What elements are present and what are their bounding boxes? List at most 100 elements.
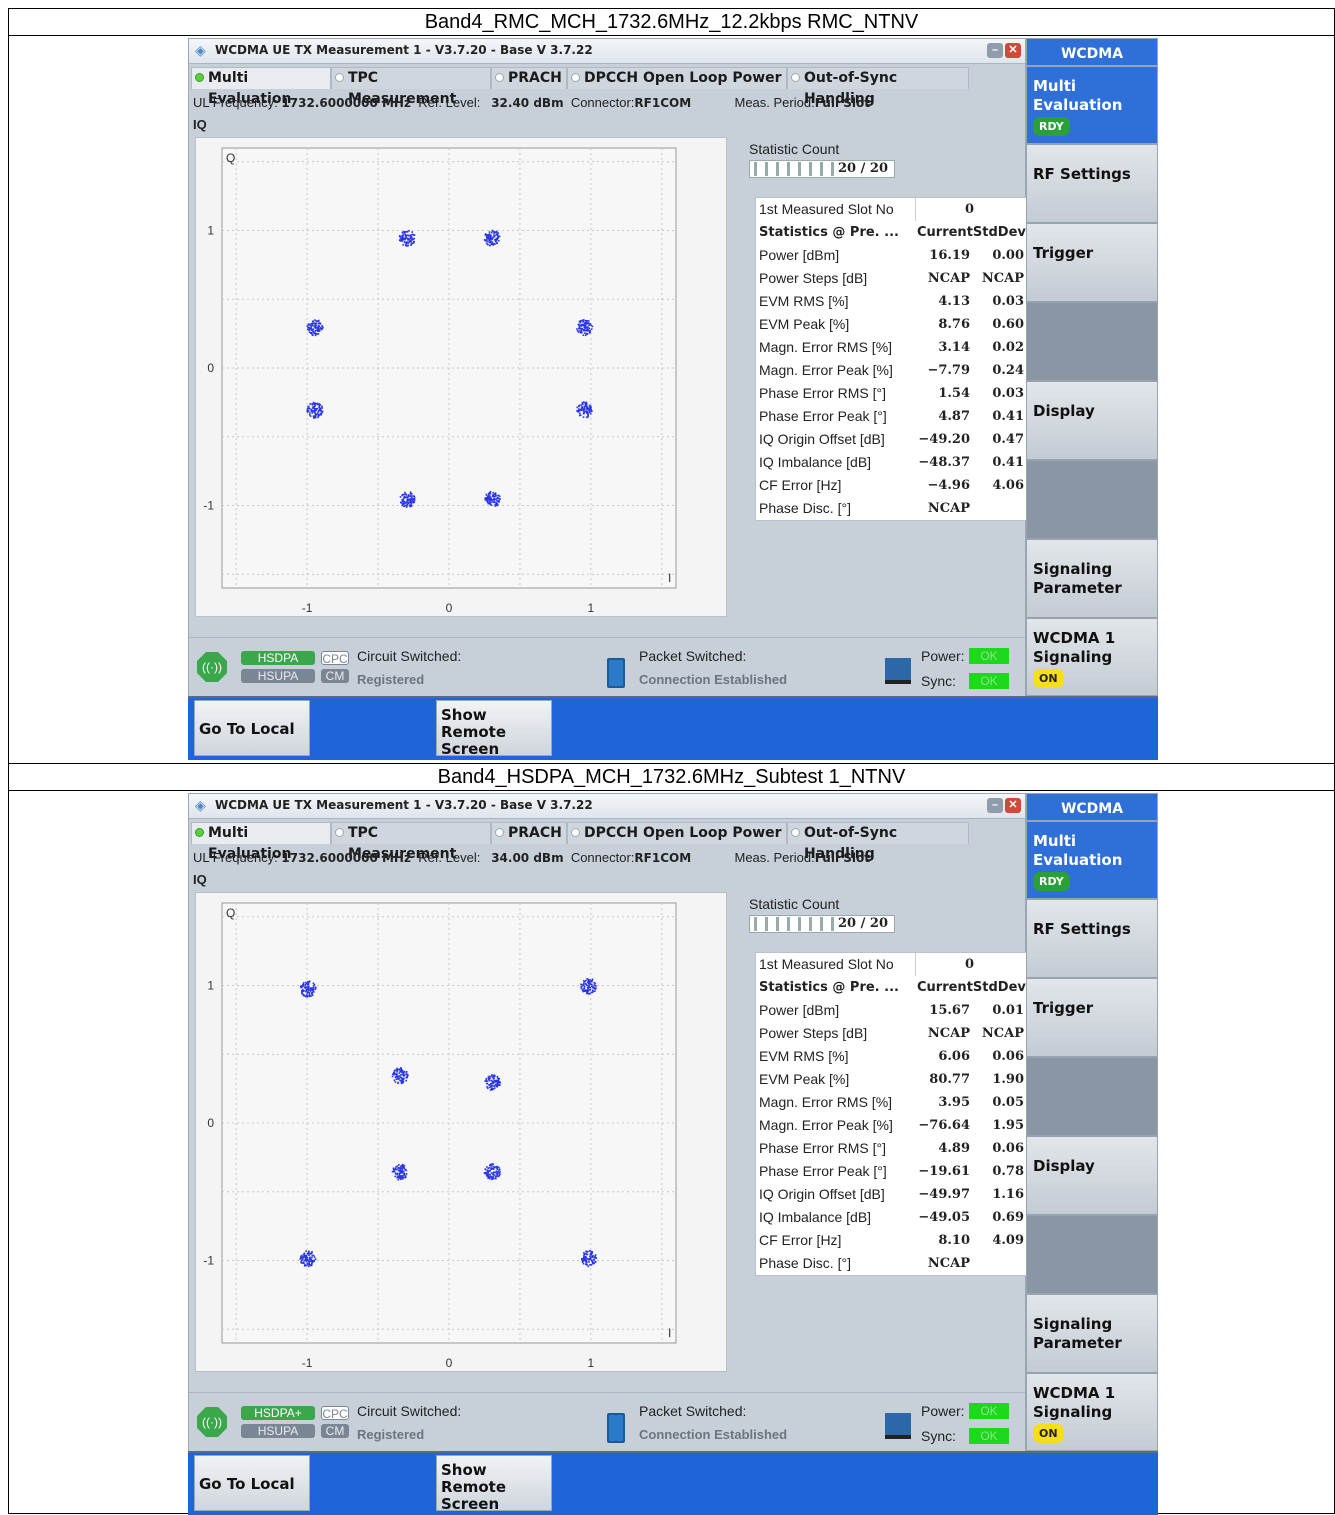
tab-prach[interactable]: PRACH [491, 67, 567, 89]
app-icon: ◈ [195, 797, 206, 813]
softkey-rf-settings[interactable]: RF Settings [1026, 899, 1158, 978]
stat-stddev: 0.69 [992, 1210, 1024, 1225]
softkey-multi-evaluation[interactable]: Multi Evaluation RDY [1026, 821, 1158, 899]
stat-stddev: 4.09 [992, 1233, 1024, 1248]
stat-current: −49.05 [918, 1210, 970, 1225]
stat-current: 3.95 [938, 1095, 970, 1110]
progress-segment [820, 162, 823, 176]
stats-row: Magn. Error RMS [%] 3.95 0.05 [756, 1091, 1026, 1114]
stat-current: 80.77 [929, 1072, 970, 1087]
x-tick-label: 1 [588, 601, 595, 615]
led-icon [495, 828, 504, 837]
tab-bar: Multi Evaluation TPC Measurement PRACH D… [191, 67, 969, 107]
tab-out-of-sync[interactable]: Out-of-Sync Handling [787, 67, 969, 107]
softkey-display[interactable]: Display [1026, 1136, 1158, 1215]
stat-current: 8.10 [938, 1233, 970, 1248]
softkey-signaling-parameter[interactable]: Signaling Parameter [1026, 1294, 1158, 1373]
tab-tpc-measurement[interactable]: TPC Measurement [331, 67, 491, 107]
softkey-display[interactable]: Display [1026, 381, 1158, 460]
softkey-wcdma-signaling[interactable]: WCDMA 1 Signaling ON [1026, 618, 1158, 696]
softkey-trigger[interactable]: Trigger [1026, 223, 1158, 302]
meas-period-label: Meas. Period: [734, 95, 815, 110]
stat-label: CF Error [Hz] [759, 477, 842, 493]
statistic-count-progress: 20 / 20 [749, 915, 895, 933]
softkey-empty-2 [1026, 1215, 1158, 1294]
statistic-count-label: Statistic Count [749, 896, 840, 912]
stat-label: Magn. Error RMS [%] [759, 1094, 893, 1110]
measurement-window: ◈ WCDMA UE TX Measurement 1 - V3.7.20 - … [188, 38, 1027, 696]
connector-value: RF1COM [634, 96, 692, 110]
show-remote-screen-button[interactable]: Show Remote Screen [436, 1455, 552, 1513]
stats-column-headers: CurrentStdDev [917, 225, 1026, 240]
softkey-wcdma-signaling[interactable]: WCDMA 1 Signaling ON [1026, 1373, 1158, 1451]
i-axis-label: I [668, 571, 671, 585]
tab-dpcch-open-loop-power[interactable]: DPCCH Open Loop Power [567, 67, 787, 89]
laptop-icon [885, 658, 911, 684]
close-icon[interactable]: ✕ [1005, 43, 1021, 58]
ul-frequency-value: 1732.6000000 MHz [281, 96, 411, 110]
progress-segment [754, 917, 757, 931]
measurement-window: ◈ WCDMA UE TX Measurement 1 - V3.7.20 - … [188, 793, 1027, 1451]
stat-label: Phase Error RMS [°] [759, 385, 886, 401]
progress-segment [798, 917, 801, 931]
iq-constellation-plot: -1 0 1 1 0 -1 Q I [195, 137, 727, 617]
x-tick-label: -1 [302, 1356, 313, 1370]
stat-current: −49.97 [918, 1187, 970, 1202]
app-icon: ◈ [195, 42, 206, 58]
hotkey-bar: Go To Local Show Remote Screen [188, 1453, 1158, 1515]
iq-constellation-plot: -1 0 1 1 0 -1 Q I [195, 892, 727, 1372]
go-to-local-button[interactable]: Go To Local [194, 700, 310, 756]
sync-label: Sync: [921, 1428, 957, 1444]
minimize-icon[interactable]: – [987, 798, 1003, 813]
stat-current: −4.96 [927, 478, 970, 493]
led-icon [571, 73, 580, 82]
progress-segment [776, 917, 779, 931]
stats-row: IQ Origin Offset [dB] −49.97 1.16 [756, 1183, 1026, 1206]
first-slot-row: 1st Measured Slot No 0 [756, 953, 1026, 976]
stat-current: 3.14 [938, 340, 970, 355]
show-remote-screen-button[interactable]: Show Remote Screen [436, 700, 552, 758]
progress-segment [765, 917, 768, 931]
power-label: Power: [921, 1403, 965, 1419]
window-titlebar[interactable]: ◈ WCDMA UE TX Measurement 1 - V3.7.20 - … [189, 794, 1025, 819]
tab-tpc-measurement[interactable]: TPC Measurement [331, 822, 491, 862]
rdy-badge: RDY [1033, 117, 1070, 136]
stat-stddev: 0.01 [992, 1003, 1024, 1018]
window-titlebar[interactable]: ◈ WCDMA UE TX Measurement 1 - V3.7.20 - … [189, 39, 1025, 64]
stat-current: 4.87 [938, 409, 970, 424]
softkey-signaling-parameter[interactable]: Signaling Parameter [1026, 539, 1158, 618]
tab-prach[interactable]: PRACH [491, 822, 567, 844]
circuit-switched-state: Registered [357, 672, 425, 687]
tab-multi-evaluation[interactable]: Multi Evaluation [191, 822, 331, 862]
stat-current: −49.20 [918, 432, 970, 447]
close-icon[interactable]: ✕ [1005, 798, 1021, 813]
softkey-header: WCDMA [1026, 38, 1158, 66]
go-to-local-button[interactable]: Go To Local [194, 1455, 310, 1511]
statistic-count-label: Statistic Count [749, 141, 840, 157]
stat-label: EVM Peak [%] [759, 316, 850, 332]
tab-dpcch-open-loop-power[interactable]: DPCCH Open Loop Power [567, 822, 787, 844]
softkey-empty-1 [1026, 302, 1158, 381]
stat-label: Phase Error Peak [°] [759, 408, 887, 424]
circuit-switched-state: Registered [357, 1427, 425, 1442]
y-tick-label: -1 [203, 1254, 214, 1268]
softkey-multi-evaluation[interactable]: Multi Evaluation RDY [1026, 66, 1158, 144]
stat-stddev: 1.90 [992, 1072, 1024, 1087]
softkey-rf-settings[interactable]: RF Settings [1026, 144, 1158, 223]
ref-level-value: 32.40 dBm [491, 96, 564, 110]
softkey-trigger[interactable]: Trigger [1026, 978, 1158, 1057]
ul-frequency-value: 1732.6000000 MHz [281, 851, 411, 865]
minimize-icon[interactable]: – [987, 43, 1003, 58]
stat-stddev: 4.06 [992, 478, 1024, 493]
y-tick-label: -1 [203, 499, 214, 513]
stats-row: IQ Imbalance [dB] −49.05 0.69 [756, 1206, 1026, 1229]
progress-segment [831, 917, 834, 931]
stat-label: Magn. Error Peak [%] [759, 362, 893, 378]
led-icon [791, 828, 800, 837]
tab-out-of-sync[interactable]: Out-of-Sync Handling [787, 822, 969, 862]
stats-row: Magn. Error Peak [%] −7.79 0.24 [756, 359, 1026, 382]
stats-row: EVM RMS [%] 6.06 0.06 [756, 1045, 1026, 1068]
tab-multi-evaluation[interactable]: Multi Evaluation [191, 67, 331, 107]
led-icon [791, 73, 800, 82]
tab-label: DPCCH Open Loop Power [584, 825, 782, 841]
